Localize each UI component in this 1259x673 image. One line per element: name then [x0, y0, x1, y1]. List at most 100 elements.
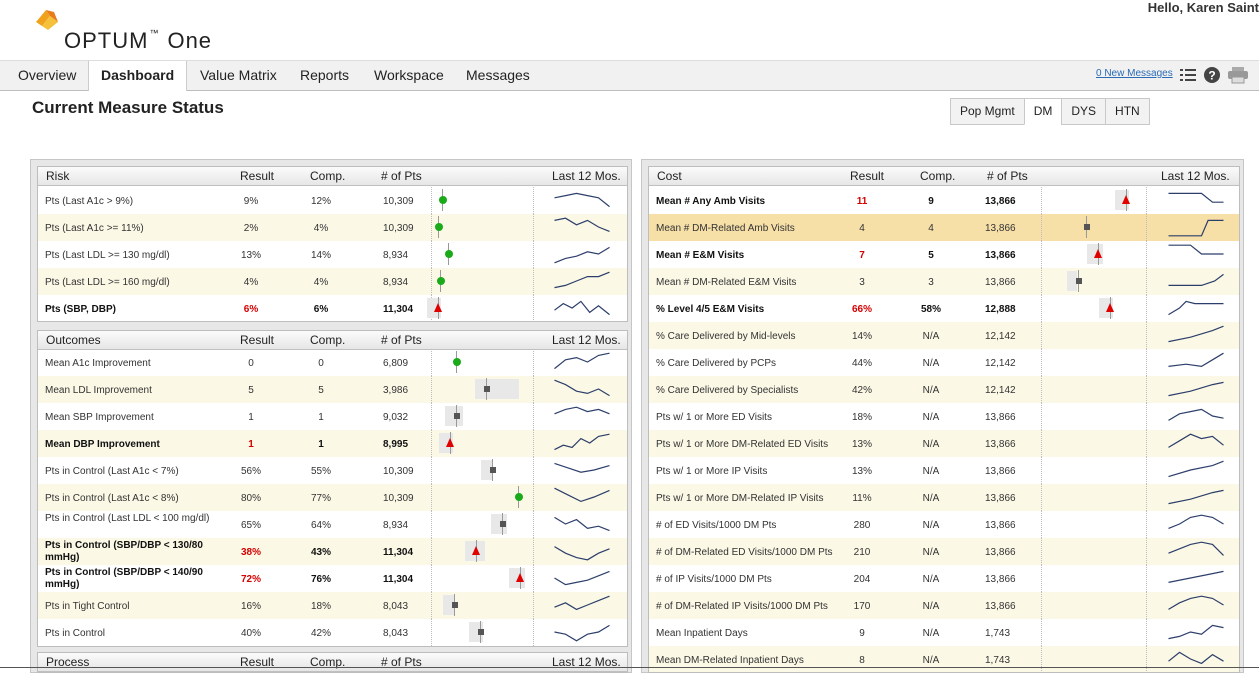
nav-reports[interactable]: Reports	[292, 61, 357, 90]
column-divider	[431, 214, 432, 241]
nav-messages[interactable]: Messages	[458, 61, 538, 90]
tab-dm[interactable]: DM	[1023, 98, 1062, 125]
cost-row[interactable]: Mean # DM-Related E&M Visits 3 3 13,866	[649, 268, 1239, 295]
list-icon[interactable]	[1179, 66, 1197, 84]
outcomes-row-comp: 18%	[310, 601, 331, 612]
cost-row-comp: N/A	[922, 547, 940, 558]
trend-sparkline	[1168, 514, 1224, 529]
cost-row[interactable]: # of IP Visits/1000 DM Pts 204 N/A 13,866	[649, 565, 1239, 592]
cost-row-name: % Care Delivered by Specialists	[656, 385, 799, 396]
print-icon[interactable]	[1227, 66, 1249, 84]
help-icon[interactable]: ?	[1203, 66, 1221, 84]
trend-sparkline	[554, 271, 610, 289]
cost-row[interactable]: % Care Delivered by PCPs 44% N/A 12,142	[649, 349, 1239, 376]
risk-row-result: 13%	[240, 250, 261, 261]
nav-value-matrix[interactable]: Value Matrix	[192, 61, 285, 90]
cost-row-name: Mean # E&M Visits	[656, 250, 745, 261]
risk-row-name: Pts (Last LDL >= 160 mg/dl)	[45, 277, 170, 288]
nav-workspace[interactable]: Workspace	[366, 61, 452, 90]
outcomes-row[interactable]: Mean SBP Improvement 1 1 9,032	[38, 403, 627, 430]
cost-row[interactable]: # of ED Visits/1000 DM Pts 280 N/A 13,866	[649, 511, 1239, 538]
column-divider	[1041, 619, 1042, 646]
column-divider	[1146, 403, 1147, 430]
outcomes-row-name: Pts in Control (Last A1c < 8%)	[45, 493, 179, 504]
risk-row[interactable]: Pts (Last LDL >= 130 mg/dl) 13% 14% 8,934	[38, 241, 627, 268]
trend-sparkline	[1168, 192, 1224, 203]
outcomes-row[interactable]: Pts in Control (SBP/DBP < 140/90 mmHg) 72…	[38, 565, 627, 592]
cost-row-result: 9	[859, 628, 865, 639]
outcomes-row[interactable]: Mean DBP Improvement 1 1 8,995	[38, 430, 627, 457]
trend-sparkline	[1168, 624, 1224, 640]
trend-sparkline	[554, 300, 610, 316]
outcomes-row-comp: 55%	[310, 466, 331, 477]
status-good-icon	[515, 493, 523, 501]
column-divider	[431, 187, 432, 214]
column-divider	[533, 484, 534, 511]
column-divider	[1041, 295, 1042, 322]
cost-row-comp: N/A	[922, 466, 940, 477]
risk-row[interactable]: Pts (Last A1c >= 11%) 2% 4% 10,309	[38, 214, 627, 241]
trend-sparkline	[554, 570, 610, 586]
outcomes-row[interactable]: Mean A1c Improvement 0 0 6,809	[38, 349, 627, 376]
cost-row[interactable]: Pts w/ 1 or More IP Visits 13% N/A 13,866	[649, 457, 1239, 484]
cost-row[interactable]: Pts w/ 1 or More ED Visits 18% N/A 13,866	[649, 403, 1239, 430]
outcomes-row-name: Pts in Control	[45, 628, 106, 639]
trend-sparkline	[1168, 570, 1224, 583]
cost-row-name: % Care Delivered by PCPs	[656, 358, 777, 369]
risk-row[interactable]: Pts (Last LDL >= 160 mg/dl) 4% 4% 8,934	[38, 268, 627, 295]
cost-row[interactable]: # of DM-Related ED Visits/1000 DM Pts 210…	[649, 538, 1239, 565]
outcomes-row[interactable]: Pts in Control (SBP/DBP < 130/80 mmHg) 38…	[38, 538, 627, 565]
cost-row[interactable]: Mean # E&M Visits 7 5 13,866	[649, 241, 1239, 268]
brand-text: OPTUM	[64, 28, 149, 53]
cost-row-pts: 13,866	[985, 601, 1016, 612]
cost-row-pts: 12,888	[985, 304, 1016, 315]
column-divider	[431, 565, 432, 592]
new-messages-link[interactable]: 0 New Messages	[1096, 68, 1173, 79]
tab-dys[interactable]: DYS	[1061, 98, 1106, 125]
trend-sparkline	[1168, 489, 1224, 505]
cost-row-name: Mean # DM-Related E&M Visits	[656, 277, 797, 288]
cost-row-result: 4	[859, 223, 865, 234]
risk-row[interactable]: Pts (Last A1c > 9%) 9% 12% 10,309	[38, 187, 627, 214]
cost-row[interactable]: Mean DM-Related Inpatient Days 8 N/A 1,743	[649, 646, 1239, 672]
cost-row[interactable]: Pts w/ 1 or More DM-Related IP Visits 11%…	[649, 484, 1239, 511]
cost-row-comp: N/A	[922, 439, 940, 450]
outcomes-row[interactable]: Pts in Control (Last LDL < 100 mg/dl) 65%…	[38, 511, 627, 538]
cost-row[interactable]: Mean # DM-Related Amb Visits 4 4 13,866	[649, 214, 1239, 241]
risk-row-comp: 14%	[310, 250, 331, 261]
cost-row[interactable]: % Care Delivered by Mid-levels 14% N/A 12,1…	[649, 322, 1239, 349]
tab-pop-mgmt[interactable]: Pop Mgmt	[950, 98, 1024, 125]
nav-overview[interactable]: Overview	[10, 61, 84, 90]
cost-col-result: Result	[850, 169, 885, 183]
outcomes-row[interactable]: Pts in Control (Last A1c < 7%) 56% 55% 10,3…	[38, 457, 627, 484]
cost-row[interactable]: Pts w/ 1 or More DM-Related ED Visits 13%…	[649, 430, 1239, 457]
tab-htn[interactable]: HTN	[1105, 98, 1150, 125]
trend-sparkline	[554, 433, 610, 451]
cost-row-pts: 13,866	[985, 547, 1016, 558]
outcomes-row[interactable]: Mean LDL Improvement 5 5 3,986	[38, 376, 627, 403]
outcomes-row[interactable]: Pts in Control (Last A1c < 8%) 80% 77% 10,3…	[38, 484, 627, 511]
trend-sparkline	[554, 595, 610, 611]
cost-row[interactable]: Mean Inpatient Days 9 N/A 1,743	[649, 619, 1239, 646]
column-divider	[1146, 241, 1147, 268]
outcomes-row[interactable]: Pts in Control 40% 42% 8,043	[38, 619, 627, 646]
cost-row-pts: 13,866	[985, 493, 1016, 504]
cost-row[interactable]: % Care Delivered by Specialists 42% N/A 12,…	[649, 376, 1239, 403]
nav-dashboard[interactable]: Dashboard	[88, 61, 188, 91]
outcomes-row-comp: 77%	[310, 493, 331, 504]
outcomes-row-comp: 64%	[310, 520, 331, 531]
outcomes-row[interactable]: Pts in Tight Control 16% 18% 8,043	[38, 592, 627, 619]
column-divider	[1041, 349, 1042, 376]
cost-row-comp: 9	[928, 196, 934, 207]
status-neutral-icon	[484, 386, 490, 392]
outcomes-row-result: 65%	[240, 520, 261, 531]
cost-row[interactable]: # of DM-Related IP Visits/1000 DM Pts 170…	[649, 592, 1239, 619]
cost-row-result: 42%	[851, 385, 872, 396]
column-divider	[1146, 214, 1147, 241]
cost-row[interactable]: % Level 4/5 E&M Visits 66% 58% 12,888	[649, 295, 1239, 322]
status-alert-icon	[434, 303, 442, 312]
trend-sparkline	[1168, 325, 1224, 343]
risk-row[interactable]: Pts (SBP, DBP) 6% 6% 11,304	[38, 295, 627, 321]
cost-row-result: 13%	[851, 439, 872, 450]
cost-row[interactable]: Mean # Any Amb Visits 11 9 13,866	[649, 187, 1239, 214]
